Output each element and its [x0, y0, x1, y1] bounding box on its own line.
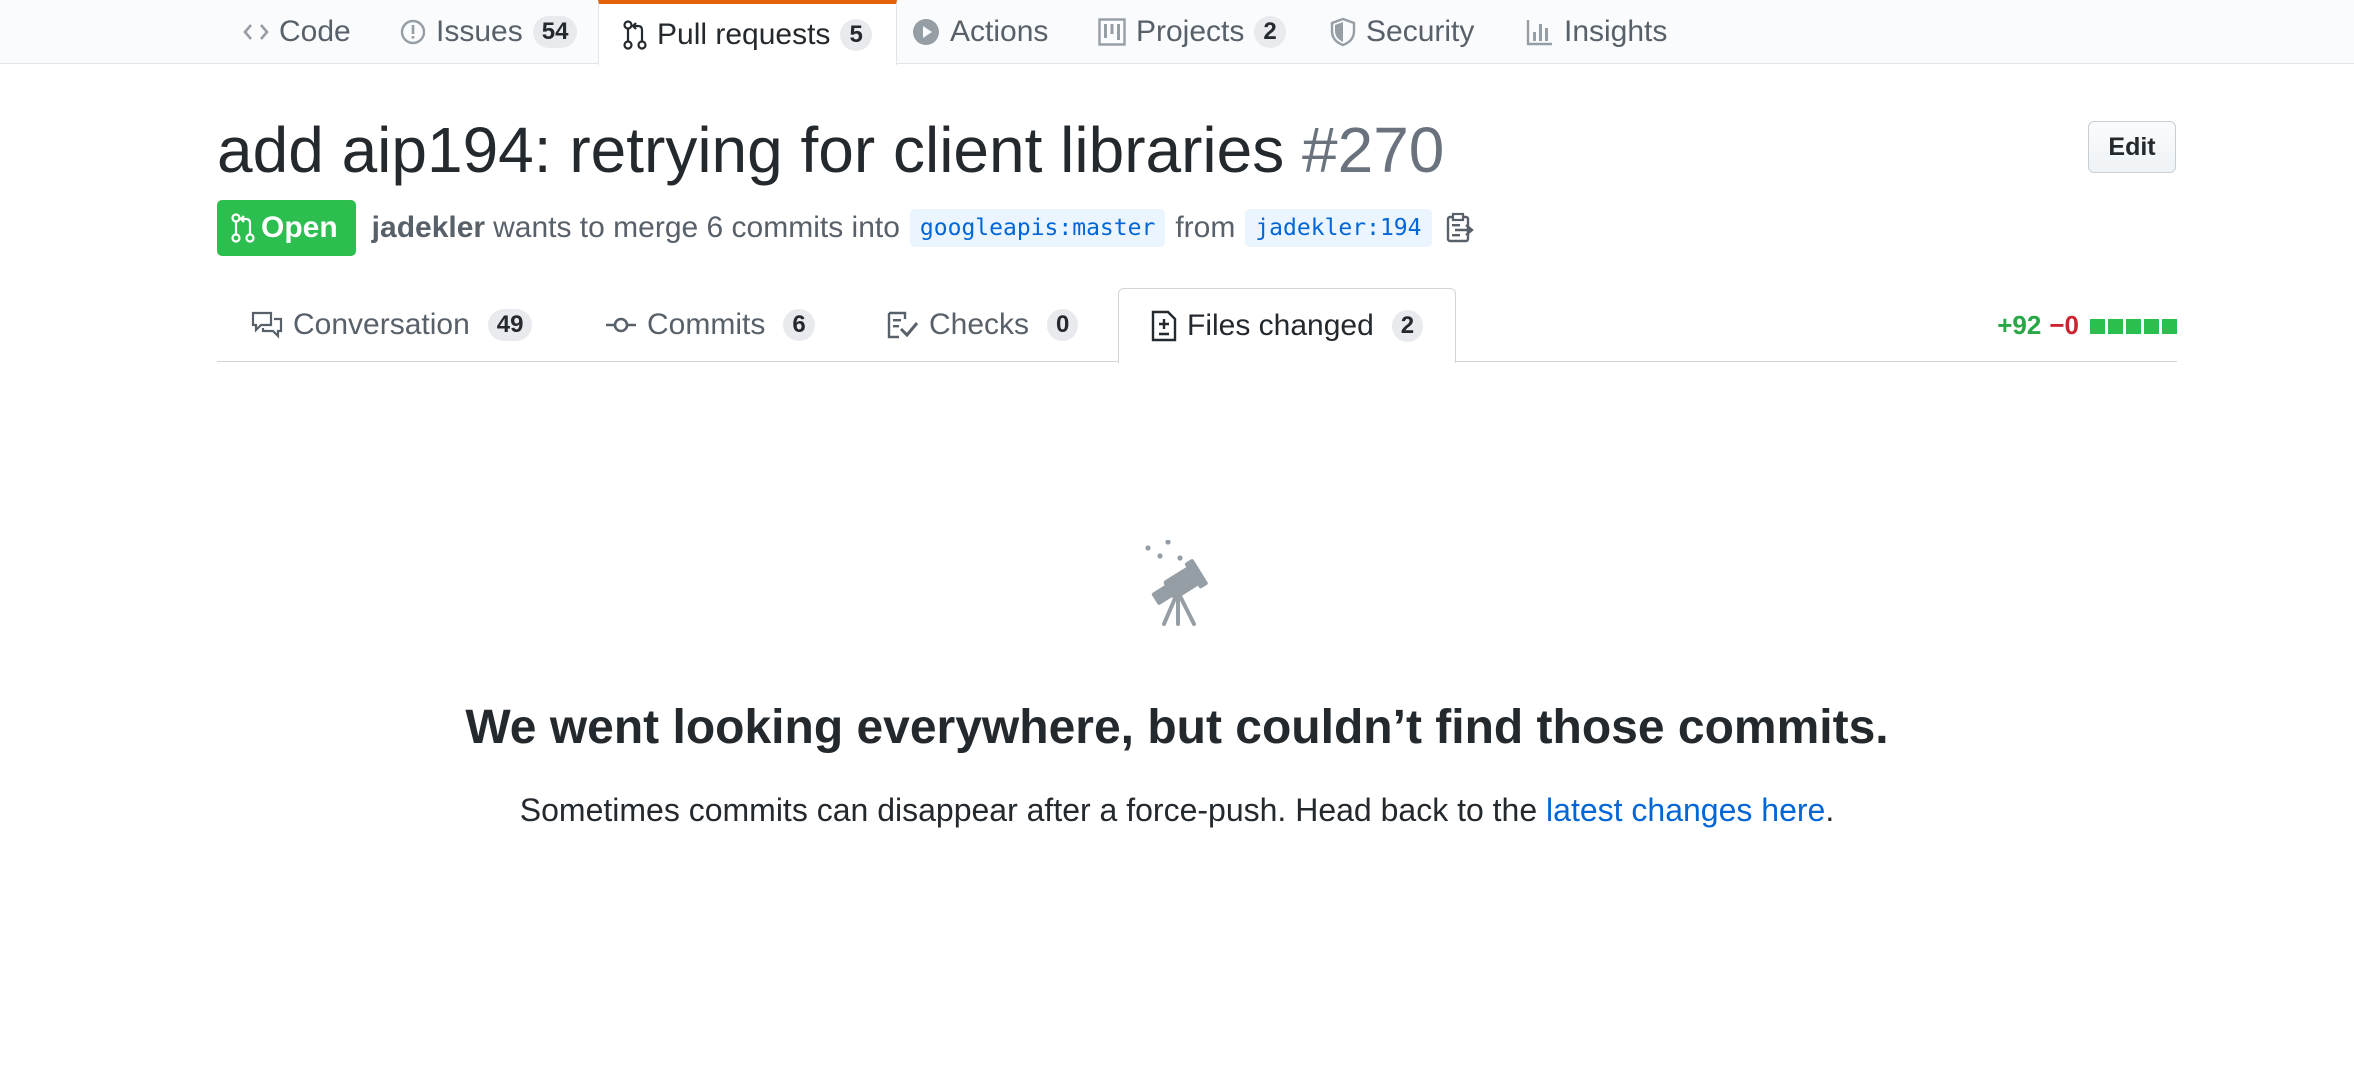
- play-icon: [912, 18, 940, 46]
- repo-nav-actions[interactable]: Actions: [912, 0, 1048, 64]
- diffstat-block: [2090, 318, 2105, 334]
- git-pull-request-icon: [231, 213, 255, 243]
- pr-title: add aip194: retrying for client librarie…: [217, 112, 1444, 188]
- author-link[interactable]: jadekler: [372, 211, 485, 245]
- repo-navigation: Code Issues 54 Pull requests 5 Actions P…: [0, 0, 2354, 65]
- diffstat: +92 −0: [1997, 288, 2177, 362]
- tab-conversation-label: Conversation: [293, 308, 470, 341]
- repo-nav-actions-label: Actions: [950, 15, 1049, 48]
- merge-text: wants to merge 6 commits into: [493, 211, 900, 244]
- pr-meta: Open jadekler wants to merge 6 commits i…: [217, 200, 1474, 256]
- pull-requests-count: 5: [840, 18, 872, 51]
- projects-count: 2: [1254, 16, 1286, 48]
- blankslate-body-suffix: .: [1825, 792, 1835, 828]
- blankslate-body: Sometimes commits can disappear after a …: [0, 790, 2354, 830]
- tab-checks[interactable]: Checks 0: [887, 288, 1079, 362]
- commits-count: 6: [783, 309, 815, 341]
- repo-nav-projects[interactable]: Projects 2: [1098, 0, 1286, 64]
- diffstat-block: [2126, 318, 2141, 334]
- clipboard-icon[interactable]: [1446, 212, 1474, 244]
- conversation-count: 49: [487, 309, 533, 341]
- pr-number: #270: [1302, 114, 1445, 186]
- checklist-icon: [887, 311, 919, 339]
- git-commit-icon: [605, 315, 637, 335]
- telescope-icon: [1142, 539, 1212, 631]
- repo-nav-pull-requests[interactable]: Pull requests 5: [598, 0, 897, 65]
- diffstat-block: [2144, 318, 2159, 334]
- diffstat-block: [2108, 318, 2123, 334]
- blankslate-body-text: Sometimes commits can disappear after a …: [519, 792, 1538, 828]
- repo-nav-insights-label: Insights: [1564, 15, 1668, 48]
- blankslate: We went looking everywhere, but couldn’t…: [0, 539, 2354, 828]
- diffstat-block: [2162, 318, 2177, 334]
- repo-nav-pull-requests-label: Pull requests: [657, 17, 831, 51]
- tab-commits-label: Commits: [647, 308, 766, 341]
- latest-changes-link[interactable]: latest changes here: [1546, 792, 1825, 828]
- code-icon: [243, 21, 269, 43]
- tab-files-changed-label: Files changed: [1187, 309, 1374, 342]
- repo-nav-projects-label: Projects: [1136, 15, 1245, 48]
- head-ref[interactable]: jadekler:194: [1245, 209, 1432, 247]
- tab-checks-label: Checks: [929, 308, 1030, 341]
- repo-nav-security[interactable]: Security: [1330, 0, 1474, 64]
- files-changed-count: 2: [1391, 310, 1424, 342]
- graph-icon: [1526, 18, 1554, 46]
- pr-tabs: Conversation 49 Commits 6 Checks 0 Files…: [217, 288, 2177, 363]
- comment-discussion-icon: [251, 311, 283, 339]
- blankslate-heading: We went looking everywhere, but couldn’t…: [465, 701, 1889, 754]
- repo-nav-insights[interactable]: Insights: [1526, 0, 1667, 64]
- git-pull-request-icon: [623, 19, 647, 50]
- edit-title-button[interactable]: Edit: [2088, 121, 2176, 173]
- repo-nav-issues-label: Issues: [436, 15, 523, 48]
- diffstat-additions: +92: [1997, 309, 2042, 340]
- tab-commits[interactable]: Commits 6: [605, 288, 815, 362]
- diffstat-blocks: [2087, 310, 2177, 341]
- state-label: Open: [261, 211, 338, 244]
- repo-nav-code-label: Code: [279, 15, 351, 48]
- issues-count: 54: [532, 16, 578, 48]
- repo-nav-security-label: Security: [1366, 15, 1475, 48]
- from-text: from: [1175, 211, 1236, 244]
- file-diff-icon: [1151, 310, 1177, 342]
- diffstat-deletions: −0: [2049, 309, 2079, 340]
- pr-title-text: add aip194: retrying for client librarie…: [217, 114, 1285, 186]
- project-icon: [1098, 18, 1126, 46]
- tab-conversation[interactable]: Conversation 49: [251, 288, 533, 362]
- repo-nav-code[interactable]: Code: [243, 0, 351, 64]
- tab-files-changed[interactable]: Files changed 2: [1118, 288, 1457, 363]
- repo-nav-issues[interactable]: Issues 54: [400, 0, 578, 64]
- issue-opened-icon: [400, 19, 426, 45]
- base-ref[interactable]: googleapis:master: [909, 209, 1166, 247]
- checks-count: 0: [1047, 309, 1079, 341]
- state-badge: Open: [217, 200, 356, 256]
- shield-icon: [1330, 17, 1356, 47]
